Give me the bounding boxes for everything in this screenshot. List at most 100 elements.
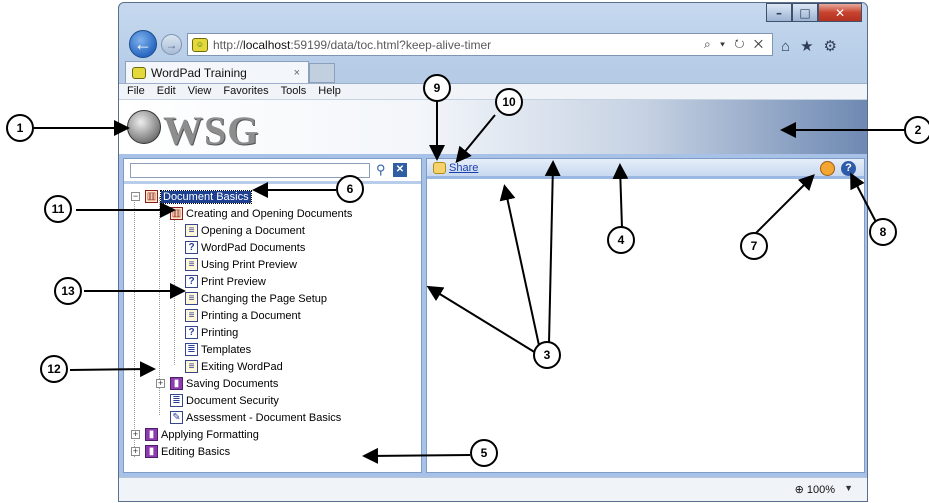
tree-node-applying-formatting[interactable]: + ▮ Applying Formatting — [131, 426, 259, 443]
tree-node-label: Saving Documents — [186, 377, 279, 390]
question-page-icon: ? — [185, 241, 198, 254]
expand-icon[interactable]: + — [131, 447, 140, 456]
globe-logo-icon — [127, 110, 161, 144]
tree-node-label: Applying Formatting — [161, 428, 259, 441]
question-page-icon: ? — [185, 275, 198, 288]
tree-node-assessment[interactable]: ✎ Assessment - Document Basics — [170, 409, 341, 426]
search-icon[interactable]: ⚲ — [376, 162, 386, 178]
minimize-button[interactable]: – — [766, 3, 792, 22]
clear-search-icon[interactable]: ✕ — [393, 163, 407, 177]
tree-node-label: Templates — [201, 343, 252, 356]
menu-edit[interactable]: Edit — [157, 84, 176, 99]
menu-view[interactable]: View — [188, 84, 212, 99]
topic-page-icon: ≡ — [185, 258, 198, 271]
menu-file[interactable]: File — [127, 84, 145, 99]
tree-node-page[interactable]: ? WordPad Documents — [185, 239, 305, 256]
navigation-bar: ← → ☺ http://localhost:59199/data/toc.ht… — [119, 27, 867, 61]
topic-page-icon: ≡ — [185, 224, 198, 237]
callout-2: 2 — [904, 116, 929, 144]
callout-13: 13 — [54, 277, 82, 305]
tree-node-page[interactable]: ≣ Document Security — [170, 392, 279, 409]
tree-node-document-basics[interactable]: − ▥ Document Basics — [131, 188, 252, 205]
share-link[interactable]: Share — [433, 162, 478, 174]
tree-node-label: Print Preview — [201, 275, 266, 288]
callout-6: 6 — [336, 175, 364, 203]
open-book-icon: ▥ — [170, 207, 183, 220]
tree-node-creating-opening[interactable]: ▥ Creating and Opening Documents — [170, 205, 352, 222]
tree-node-label: WordPad Documents — [201, 241, 306, 254]
tree-node-label: Document Basics — [160, 189, 252, 204]
annotated-screenshot: – □ ✕ ← → ☺ http://localhost:59199/data/… — [0, 0, 929, 503]
tree-node-saving-documents[interactable]: + ▮ Saving Documents — [156, 375, 278, 392]
expand-icon[interactable]: + — [156, 379, 165, 388]
menu-favorites[interactable]: Favorites — [223, 84, 268, 99]
open-book-icon: ▥ — [145, 190, 158, 203]
close-window-button[interactable]: ✕ — [818, 3, 862, 22]
banner: WSG — [119, 100, 867, 154]
zoom-dropdown-icon[interactable]: ▼ — [844, 483, 853, 493]
new-tab-button[interactable] — [309, 63, 335, 83]
question-page-icon: ? — [185, 326, 198, 339]
menu-tools[interactable]: Tools — [281, 84, 307, 99]
toc-pane: ⚲ ✕ − ▥ Document Basics ▥ Creating and O… — [123, 158, 422, 473]
forward-button[interactable]: → — [161, 34, 182, 55]
content-frame: ⚲ ✕ − ▥ Document Basics ▥ Creating and O… — [119, 154, 867, 477]
tree-node-page[interactable]: ? Print Preview — [185, 273, 266, 290]
tab-title: WordPad Training — [151, 65, 247, 80]
callout-4: 4 — [607, 226, 635, 254]
document-icon: ≣ — [185, 343, 198, 356]
tree-node-label: Exiting WordPad — [201, 360, 283, 373]
callout-5: 5 — [470, 439, 498, 467]
tree-node-page[interactable]: ≡ Using Print Preview — [185, 256, 297, 273]
share-icon — [433, 162, 446, 174]
back-button[interactable]: ← — [129, 30, 157, 58]
callout-10: 10 — [495, 88, 523, 116]
zoom-level[interactable]: ⊕ 100% — [795, 483, 835, 496]
logo-text: WSG — [163, 108, 260, 153]
maximize-button[interactable]: □ — [792, 3, 818, 22]
tab-strip: WordPad Training × — [119, 61, 867, 83]
tree-node-page[interactable]: ≡ Changing the Page Setup — [185, 290, 327, 307]
browser-tab[interactable]: WordPad Training × — [125, 61, 309, 83]
menu-help[interactable]: Help — [318, 84, 341, 99]
tree-node-label: Changing the Page Setup — [201, 292, 327, 305]
tree-node-label: Document Security — [186, 394, 279, 407]
tree-node-page[interactable]: ≡ Printing a Document — [185, 307, 301, 324]
tab-close-icon[interactable]: × — [294, 67, 308, 79]
tree-node-page[interactable]: ≡ Exiting WordPad — [185, 358, 283, 375]
collapse-icon[interactable]: − — [131, 192, 140, 201]
expand-icon[interactable]: + — [131, 430, 140, 439]
tree-node-label: Printing — [201, 326, 239, 339]
tree-node-page[interactable]: ≣ Templates — [185, 341, 251, 358]
help-icon[interactable]: ? — [841, 161, 856, 176]
tree-guide-line — [174, 213, 175, 365]
site-favicon-icon: ☺ — [192, 37, 208, 52]
address-tools[interactable]: ⌕ ▾ ↻ ✕ — [704, 37, 772, 52]
tab-favicon-icon — [132, 66, 146, 79]
tree-guide-line — [134, 197, 135, 457]
callout-12: 12 — [40, 355, 68, 383]
favorites-star-icon[interactable]: ★ — [800, 38, 823, 55]
assessment-icon: ✎ — [170, 411, 183, 424]
tree-node-page[interactable]: ≡ Opening a Document — [185, 222, 305, 239]
window-caption-buttons: – □ ✕ — [766, 3, 862, 22]
topic-page-icon: ≡ — [185, 292, 198, 305]
options-gear-icon[interactable] — [820, 161, 835, 176]
settings-gear-icon[interactable]: ⚙ — [824, 38, 847, 55]
tree-node-label: Opening a Document — [201, 224, 305, 237]
callout-9: 9 — [423, 74, 451, 102]
status-bar: ⊕ 100% ▼ — [119, 477, 867, 501]
search-input[interactable] — [130, 163, 370, 178]
tree-node-label: Using Print Preview — [201, 258, 297, 271]
tree-node-editing-basics[interactable]: + ▮ Editing Basics — [131, 443, 230, 460]
callout-8: 8 — [869, 218, 897, 246]
topic-page-icon: ≡ — [185, 309, 198, 322]
tree-node-page[interactable]: ? Printing — [185, 324, 238, 341]
callout-7: 7 — [740, 232, 768, 260]
browser-tool-icons: ⌂★⚙ — [781, 37, 847, 55]
address-url[interactable]: http://localhost:59199/data/toc.html?kee… — [213, 38, 704, 52]
document-icon: ≣ — [170, 394, 183, 407]
tree-node-label: Printing a Document — [201, 309, 301, 322]
home-icon[interactable]: ⌂ — [781, 38, 800, 55]
address-bar[interactable]: ☺ http://localhost:59199/data/toc.html?k… — [187, 33, 773, 56]
